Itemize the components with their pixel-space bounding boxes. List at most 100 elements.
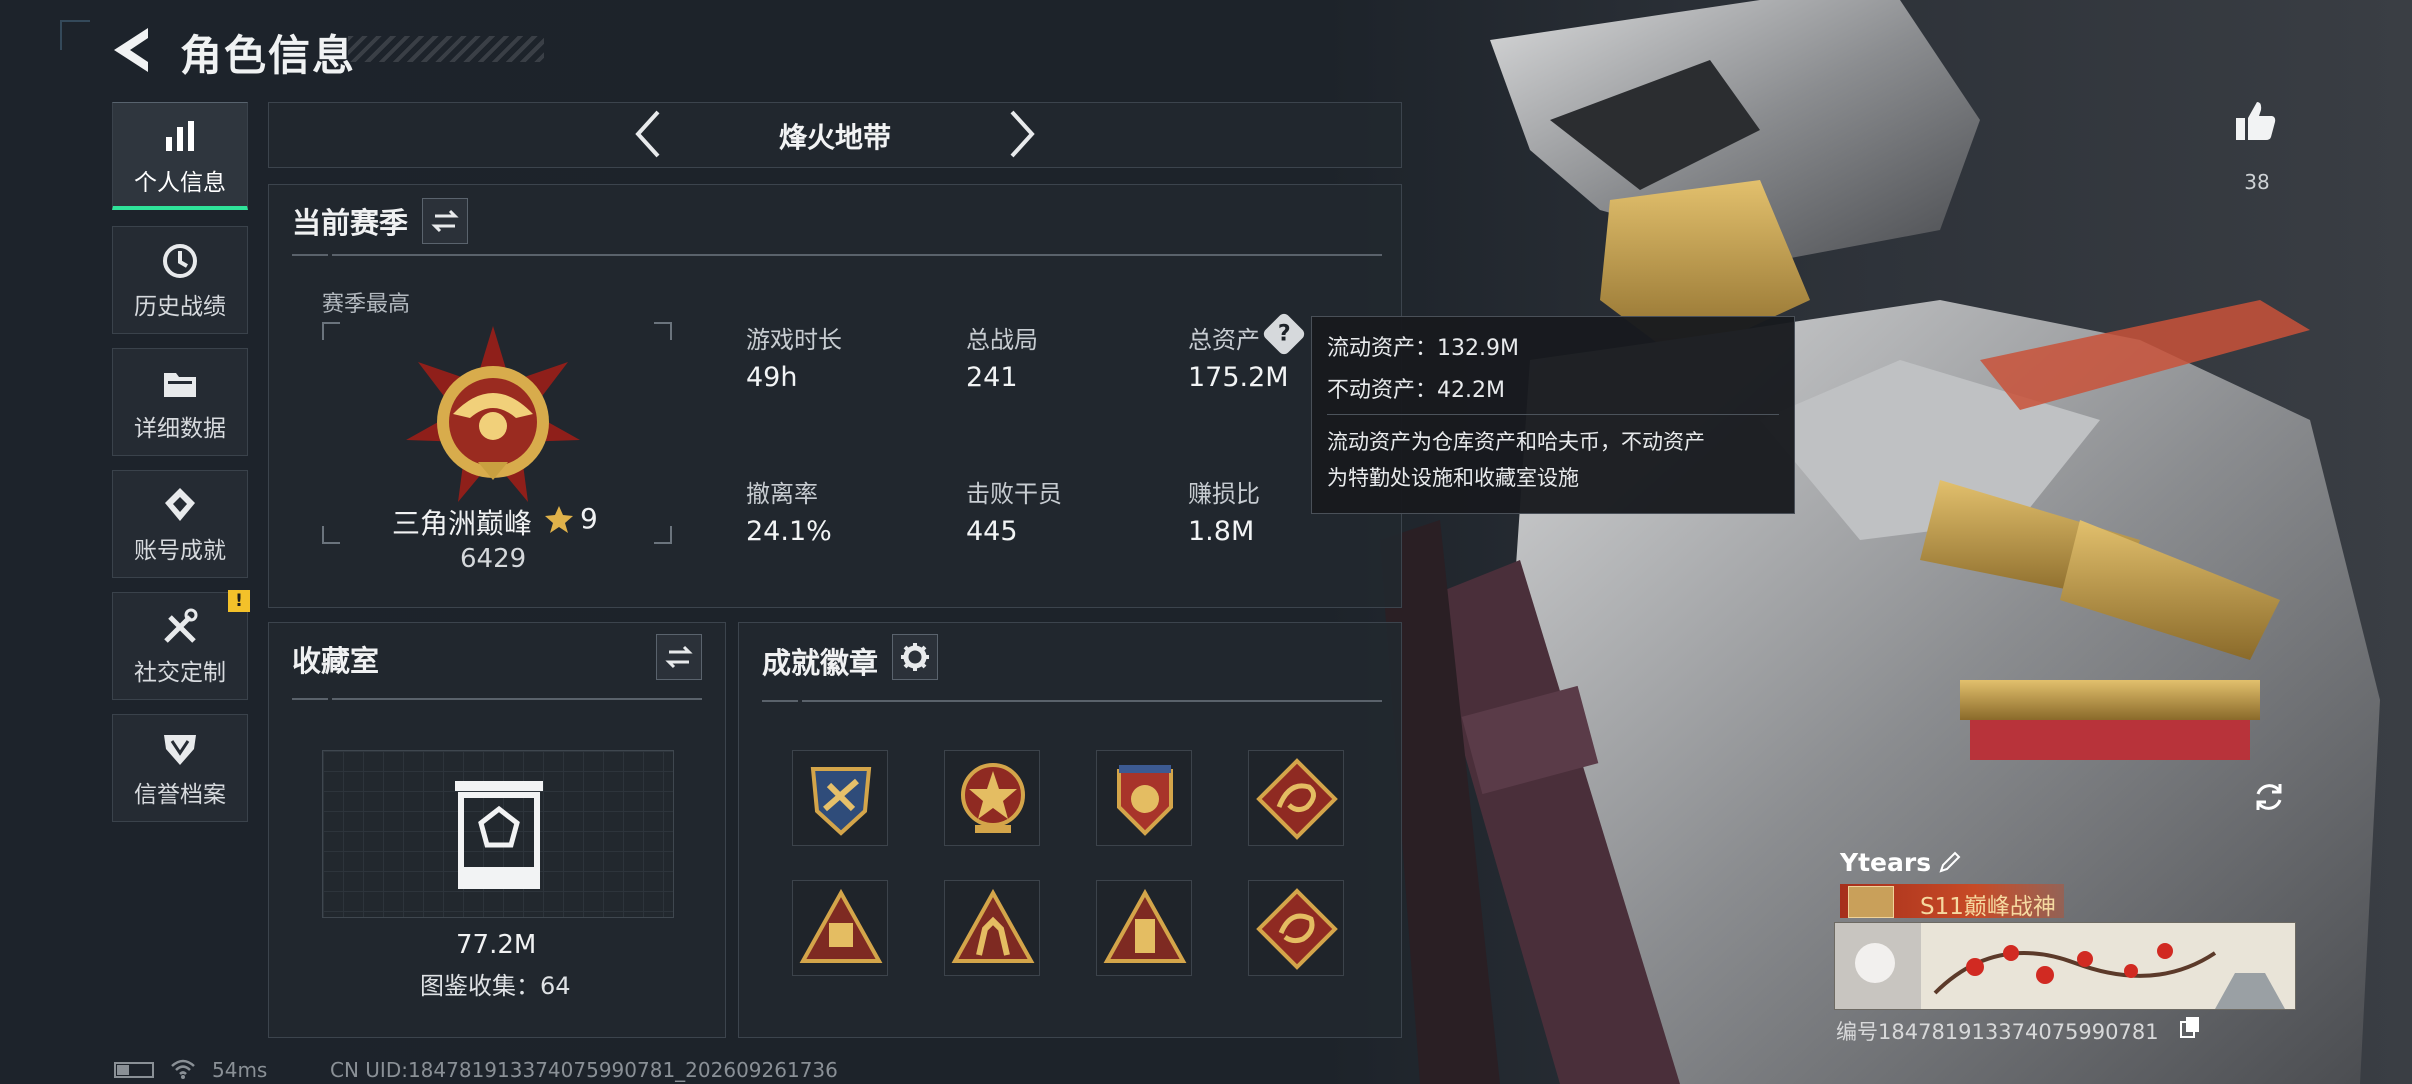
badge-dragon-icon bbox=[1256, 758, 1338, 840]
uid-text: CN UID:1847819133740759907​81_2026092617… bbox=[330, 1058, 838, 1082]
chevron-left-icon bbox=[635, 110, 660, 158]
tooltip-liquid-assets: 流动资产：132.9M bbox=[1327, 336, 1519, 361]
tooltip-desc-line2: 为特勤处设施和收藏室设施 bbox=[1327, 466, 1579, 490]
like-button[interactable] bbox=[2230, 96, 2280, 146]
stat-label-kills: 击败干员 bbox=[966, 480, 1062, 508]
stat-value-profit-ratio: 1.8M bbox=[1188, 516, 1255, 547]
badge-tower-icon bbox=[1103, 888, 1187, 963]
achievement-badge[interactable] bbox=[1248, 880, 1344, 976]
edit-name-button[interactable] bbox=[1938, 850, 1962, 874]
help-glyph: ? bbox=[1277, 320, 1291, 346]
frame-corner bbox=[322, 526, 340, 544]
season-best-label: 赛季最高 bbox=[322, 292, 411, 317]
folder-icon bbox=[164, 373, 196, 397]
page-title: 角色信息 bbox=[180, 31, 357, 80]
stat-value-playtime: 49h bbox=[746, 362, 798, 393]
catalog-count: 图鉴收集：64 bbox=[420, 972, 571, 1000]
badges-settings-button[interactable] bbox=[892, 634, 938, 680]
achievement-badge[interactable] bbox=[1096, 750, 1192, 846]
swap-icon bbox=[431, 209, 459, 233]
next-mode-button[interactable] bbox=[1004, 108, 1040, 160]
alert-badge: ! bbox=[228, 590, 250, 612]
collection-switch-button[interactable] bbox=[656, 634, 702, 680]
achievement-badge[interactable] bbox=[944, 750, 1040, 846]
thumbs-up-icon bbox=[2236, 102, 2276, 140]
corner-decoration bbox=[60, 20, 90, 50]
sidebar-item-label: 历史战绩 bbox=[134, 294, 226, 320]
achievement-icon bbox=[165, 488, 195, 521]
stat-value-total-assets: 175.2M bbox=[1188, 362, 1289, 393]
player-id: 编号1847819133740759907​81 bbox=[1836, 1020, 2159, 1044]
achievement-badge[interactable] bbox=[1096, 880, 1192, 976]
swap-icon bbox=[665, 645, 693, 669]
rank-emblem-icon bbox=[406, 326, 580, 502]
tooltip-divider bbox=[1327, 414, 1779, 415]
pencil-icon bbox=[1939, 851, 1961, 873]
star-icon bbox=[544, 504, 574, 534]
mode-name: 烽火地带 bbox=[778, 121, 891, 154]
sidebar-item-label: 账号成就 bbox=[134, 538, 226, 564]
sidebar-item-label: 详细数据 bbox=[134, 416, 226, 442]
title-decoration bbox=[348, 36, 544, 62]
badge-crest-icon bbox=[1117, 765, 1173, 836]
sidebar-item-achievements[interactable]: 账号成就 bbox=[112, 470, 248, 578]
back-arrow-icon bbox=[114, 28, 148, 72]
rank-score: 6429 bbox=[460, 544, 527, 574]
tooltip-fixed-assets: 不动资产：42.2M bbox=[1327, 378, 1505, 403]
copy-icon bbox=[2180, 1017, 2199, 1038]
stat-label-total-matches: 总战局 bbox=[966, 326, 1038, 354]
rank-emblem bbox=[398, 322, 588, 512]
sidebar-item-personal-info[interactable]: 个人信息 bbox=[112, 102, 248, 210]
player-card[interactable] bbox=[1834, 922, 2296, 1010]
achievement-badge[interactable] bbox=[792, 880, 888, 976]
collection-value: 77.2M bbox=[456, 930, 537, 960]
sidebar-item-label: 个人信息 bbox=[134, 170, 226, 196]
badge-soldiers-icon bbox=[951, 888, 1035, 963]
chevron-right-icon bbox=[1010, 110, 1035, 158]
divider bbox=[762, 700, 1382, 702]
collection-room-preview[interactable] bbox=[322, 750, 674, 918]
stat-label-extract-rate: 撤离率 bbox=[746, 480, 818, 508]
clock-history-icon bbox=[163, 244, 197, 278]
sidebar-item-label: 信誉档案 bbox=[134, 782, 226, 808]
shield-icon bbox=[164, 735, 196, 765]
player-title: S11巅峰战神 bbox=[1920, 894, 2056, 920]
rank-name: 三角洲巅峰 bbox=[392, 507, 533, 540]
gear-icon bbox=[901, 643, 929, 671]
back-button[interactable] bbox=[108, 24, 154, 76]
achievement-badge[interactable] bbox=[1248, 750, 1344, 846]
stat-value-total-matches: 241 bbox=[966, 362, 1018, 393]
card-artwork bbox=[1835, 923, 2295, 1009]
stat-value-extract-rate: 24.1% bbox=[746, 516, 832, 547]
sidebar-item-history[interactable]: 历史战绩 bbox=[112, 226, 248, 334]
ping-value: 54ms bbox=[212, 1058, 268, 1082]
stat-value-kills: 445 bbox=[966, 516, 1018, 547]
battery-icon bbox=[114, 1062, 154, 1078]
prev-mode-button[interactable] bbox=[630, 108, 666, 160]
sidebar-item-label: 社交定制 bbox=[134, 660, 226, 686]
like-count: 38 bbox=[2244, 170, 2270, 194]
badges-title: 成就徽章 bbox=[762, 646, 879, 680]
achievement-badge[interactable] bbox=[944, 880, 1040, 976]
badge-beast-icon bbox=[1256, 888, 1338, 970]
frame-corner bbox=[654, 322, 672, 340]
wifi-icon bbox=[170, 1058, 196, 1080]
tools-icon bbox=[164, 608, 198, 643]
player-name: Ytears bbox=[1840, 848, 1932, 877]
tooltip-desc-line1: 流动资产为仓库资产和哈夫币，不动资产 bbox=[1327, 430, 1705, 454]
refresh-icon bbox=[2256, 784, 2282, 810]
rank-stars: 9 bbox=[580, 502, 598, 535]
stat-label-total-assets: 总资产 bbox=[1188, 326, 1260, 354]
sidebar-item-detailed-data[interactable]: 详细数据 bbox=[112, 348, 248, 456]
stat-label-playtime: 游戏时长 bbox=[746, 326, 842, 354]
divider bbox=[292, 254, 1382, 256]
season-switch-button[interactable] bbox=[422, 198, 468, 244]
frame-corner bbox=[654, 526, 672, 544]
title-emblem-icon bbox=[1848, 886, 1894, 918]
achievement-badge[interactable] bbox=[792, 750, 888, 846]
collection-title: 收藏室 bbox=[292, 644, 380, 678]
sidebar-item-reputation[interactable]: 信誉档案 bbox=[112, 714, 248, 822]
refresh-button[interactable] bbox=[2252, 780, 2286, 814]
copy-id-button[interactable] bbox=[2180, 1016, 2200, 1038]
frame-corner bbox=[322, 322, 340, 340]
